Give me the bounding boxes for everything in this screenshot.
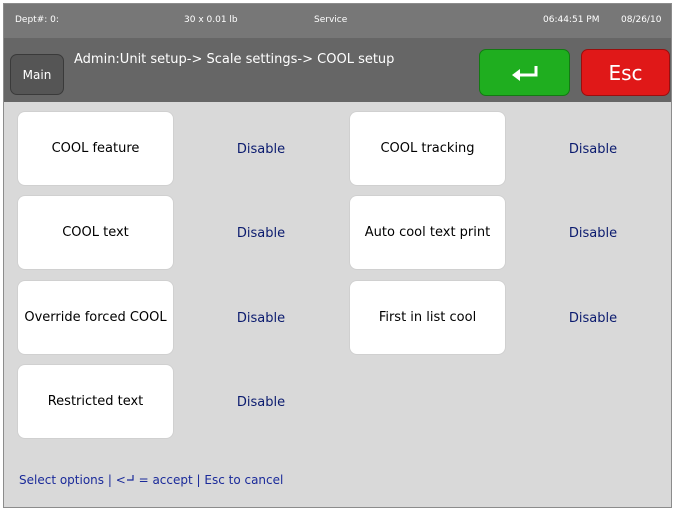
clock-time: 06:44:51 PM [543,15,600,25]
cool-text-button[interactable]: COOL text [18,196,173,269]
mode-indicator: Service [314,15,348,25]
cool-feature-button[interactable]: COOL feature [18,112,173,185]
cool-feature-value: Disable [236,142,286,157]
enter-return-icon [126,475,134,481]
dept-indicator: Dept#: 0: [15,15,59,25]
main-button[interactable]: Main [10,54,64,95]
app-window: Dept#: 0: 30 x 0.01 lb Service 06:44:51 … [3,3,672,508]
breadcrumb: Admin:Unit setup-> Scale settings-> COOL… [74,52,395,67]
first-in-list-cool-button[interactable]: First in list cool [350,281,505,354]
clock-date: 08/26/10 [621,15,662,25]
footer-hint: Select options | < = accept | Esc to can… [19,473,283,487]
cool-tracking-button[interactable]: COOL tracking [350,112,505,185]
auto-cool-text-print-button[interactable]: Auto cool text print [350,196,505,269]
hint-prefix: Select options | < [19,473,126,487]
first-in-list-cool-value: Disable [568,311,618,326]
title-bar: Main Admin:Unit setup-> Scale settings->… [4,38,671,102]
status-bar: Dept#: 0: 30 x 0.01 lb Service 06:44:51 … [4,4,671,38]
override-forced-cool-value: Disable [236,311,286,326]
enter-button[interactable] [479,49,570,96]
override-forced-cool-button[interactable]: Override forced COOL [18,281,173,354]
esc-button[interactable]: Esc [581,49,670,96]
restricted-text-button[interactable]: Restricted text [18,365,173,438]
enter-return-icon [511,65,537,81]
restricted-text-value: Disable [236,395,286,410]
auto-cool-text-print-value: Disable [568,226,618,241]
cool-text-value: Disable [236,226,286,241]
hint-suffix: = accept | Esc to cancel [134,473,284,487]
cool-tracking-value: Disable [568,142,618,157]
weight-indicator: 30 x 0.01 lb [184,15,238,25]
